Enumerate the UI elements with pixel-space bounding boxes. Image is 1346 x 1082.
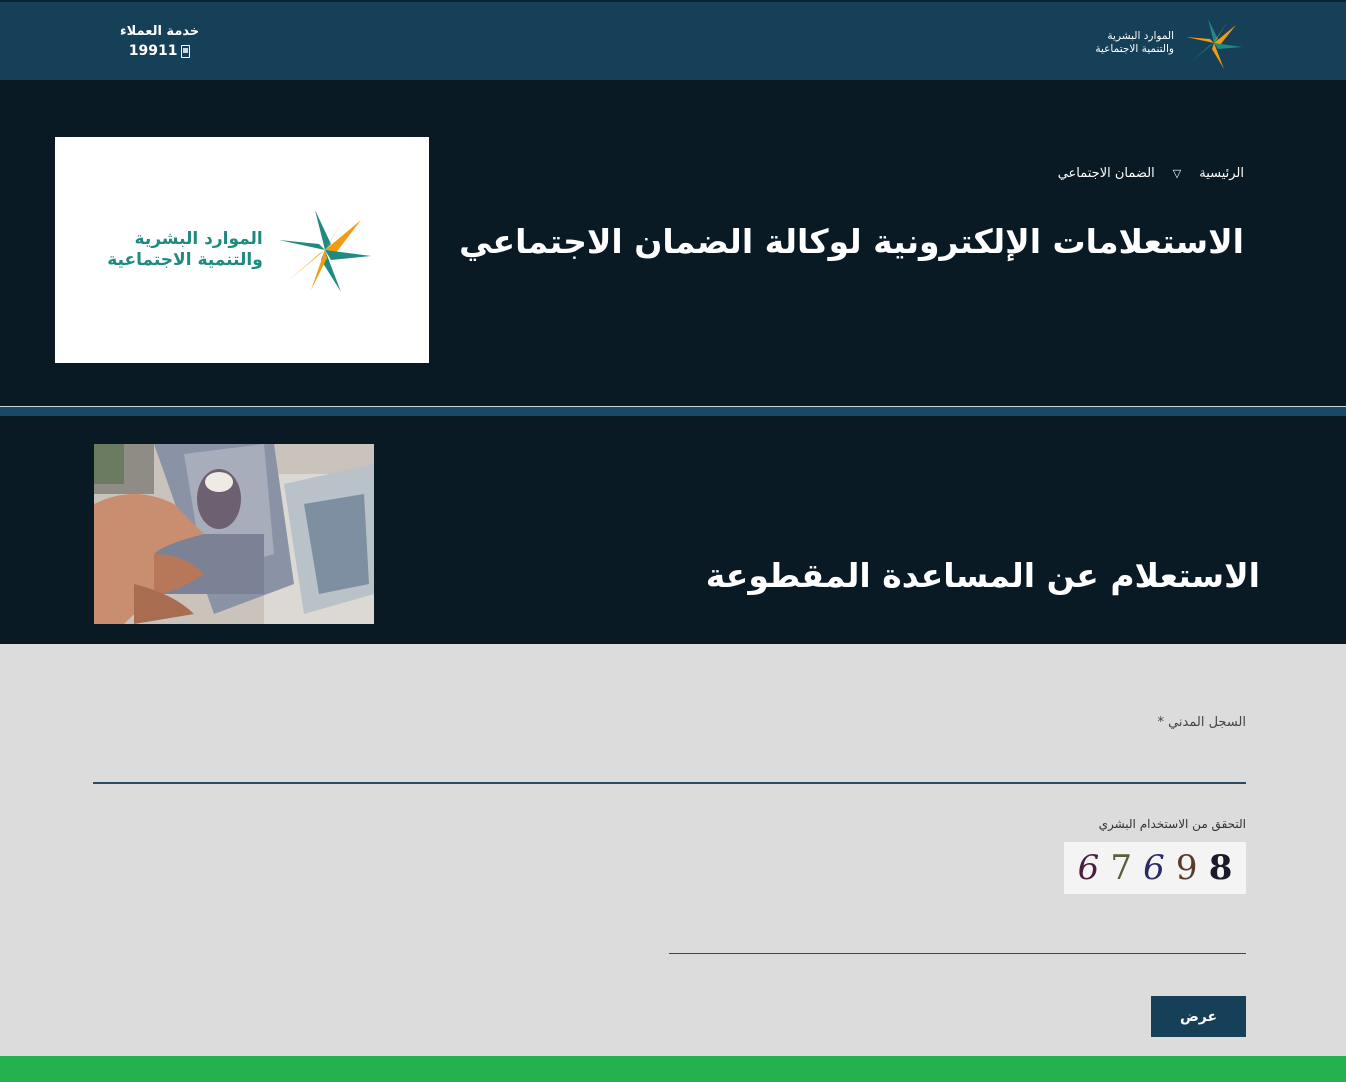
top-header: الموارد البشرية والتنمية الاجتماعية خدمة… — [0, 0, 1346, 80]
support-number-row[interactable]: 19911 — [120, 43, 199, 59]
page-title: الاستعلامات الإلكترونية لوكالة الضمان ال… — [459, 222, 1244, 261]
section-title: الاستعلام عن المساعدة المقطوعة — [705, 556, 1260, 595]
inquiry-header: الاستعلام عن المساعدة المقطوعة — [0, 416, 1346, 644]
hero-card-brand: الموارد البشرية والتنمية الاجتماعية — [107, 229, 263, 271]
card-line-2: والتنمية الاجتماعية — [107, 250, 263, 270]
captcha-digit: 8 — [1208, 848, 1233, 888]
brand-line-1: الموارد البشرية — [1107, 30, 1174, 42]
inquiry-form: السجل المدني * التحقق من الاستخدام البشر… — [0, 644, 1346, 1056]
national-id-input[interactable] — [93, 744, 1246, 784]
brand-logo[interactable]: الموارد البشرية والتنمية الاجتماعية — [1095, 16, 1246, 70]
brand-name: الموارد البشرية والتنمية الاجتماعية — [1095, 30, 1174, 56]
footer-band — [0, 1056, 1346, 1082]
captcha-digit: 6 — [1143, 848, 1165, 888]
national-id-label: السجل المدني * — [1157, 715, 1246, 730]
logo-star-icon — [278, 210, 371, 292]
captcha-image: 6 7 6 9 8 — [1064, 842, 1246, 894]
captcha-digit: 9 — [1175, 848, 1198, 888]
divider-band — [0, 407, 1346, 416]
hero-section: الرئيسية ▽ الضمان الاجتماعي الاستعلامات … — [0, 80, 1346, 406]
breadcrumb-chevron-icon: ▽ — [1172, 167, 1182, 180]
hero-logo-card: الموارد البشرية والتنمية الاجتماعية — [55, 137, 429, 363]
support-number: 19911 — [128, 43, 178, 59]
logo-star-icon — [1186, 19, 1242, 69]
captcha-digit: 6 — [1077, 848, 1100, 888]
breadcrumb-home[interactable]: الرئيسية — [1199, 166, 1244, 181]
banknotes-image — [94, 444, 374, 624]
submit-button[interactable]: عرض — [1151, 996, 1246, 1037]
captcha-digit: 7 — [1110, 848, 1132, 888]
customer-support: خدمة العملاء 19911 — [120, 24, 199, 59]
support-label: خدمة العملاء — [120, 24, 200, 39]
card-line-1: الموارد البشرية — [134, 229, 263, 249]
breadcrumb: الرئيسية ▽ الضمان الاجتماعي — [1058, 166, 1244, 181]
captcha-input[interactable] — [669, 914, 1246, 954]
money-photo — [94, 444, 374, 624]
breadcrumb-social-security[interactable]: الضمان الاجتماعي — [1058, 166, 1155, 181]
phone-icon — [181, 44, 191, 58]
captcha-label: التحقق من الاستخدام البشري — [1098, 817, 1246, 831]
brand-line-2: والتنمية الاجتماعية — [1095, 43, 1174, 55]
